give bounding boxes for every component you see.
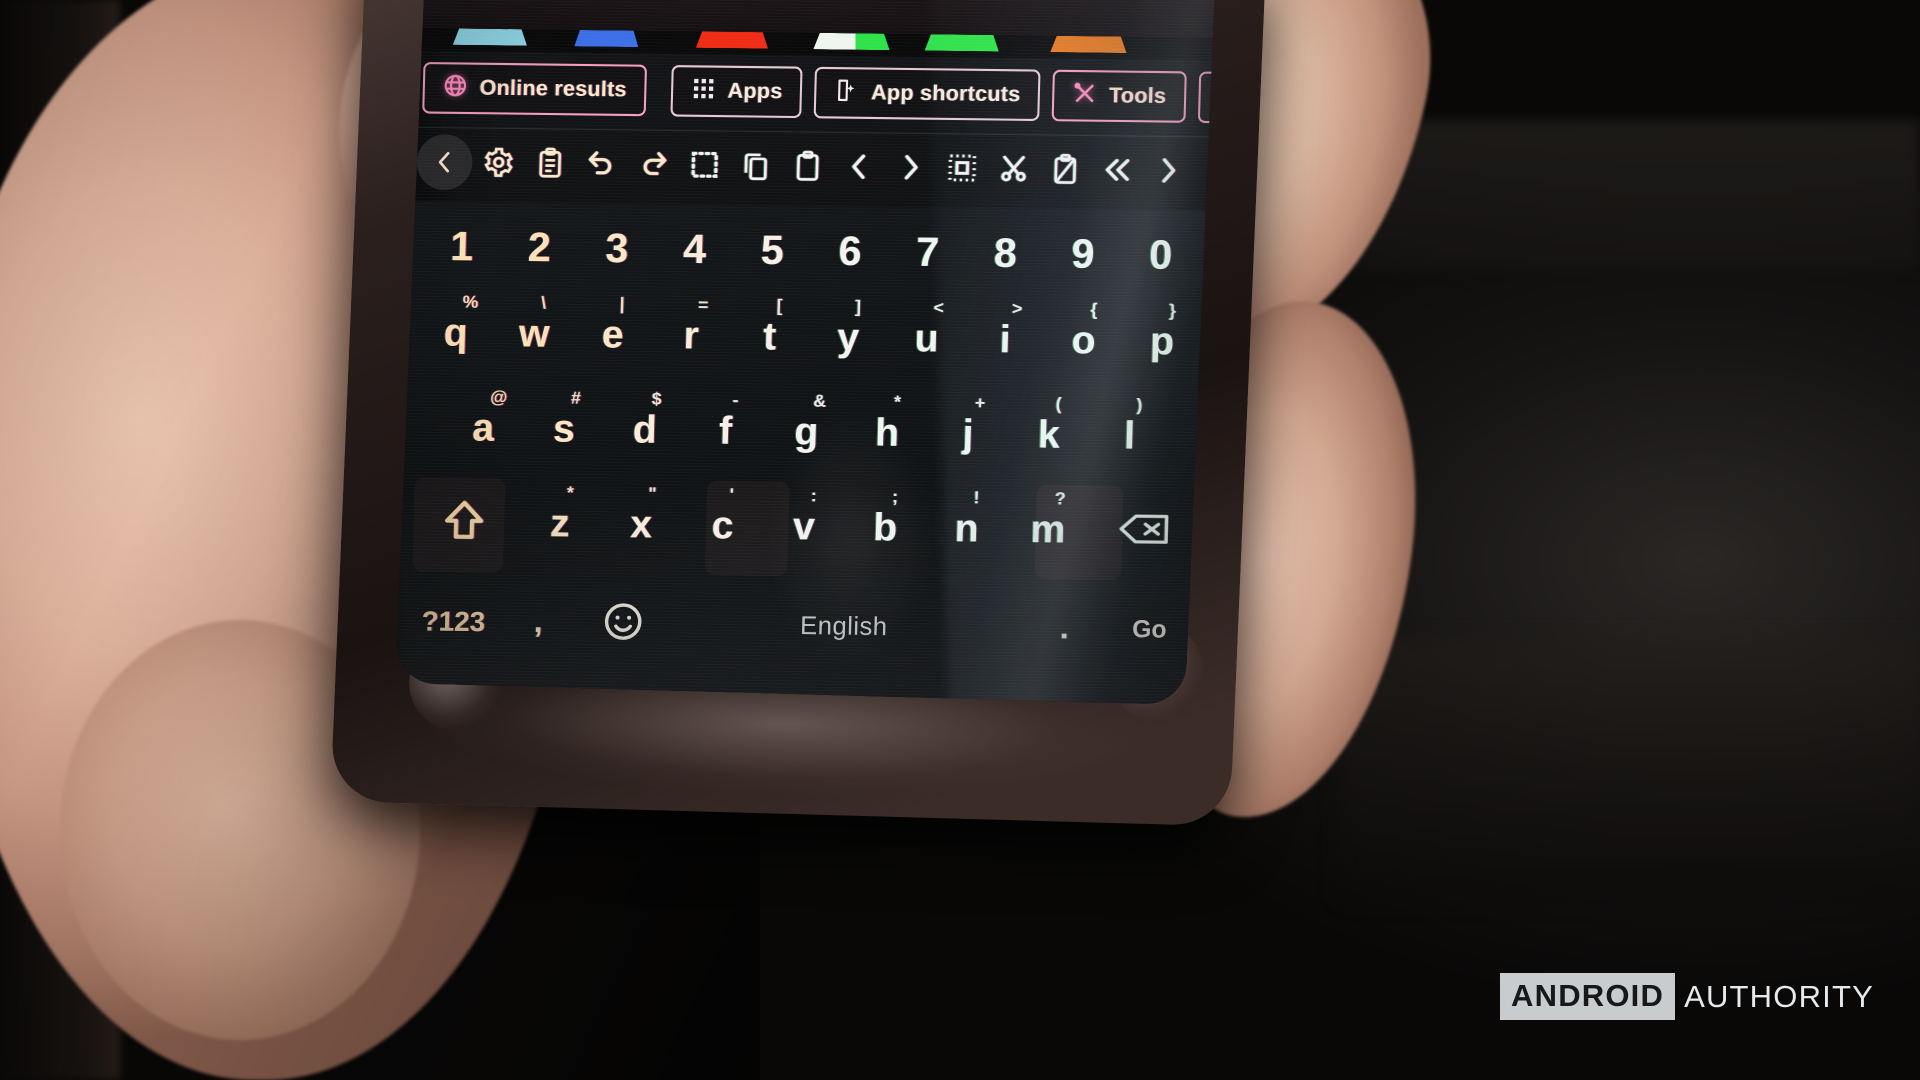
watermark: ANDROID AUTHORITY: [1500, 973, 1874, 1020]
key-7[interactable]: 7: [888, 213, 968, 292]
chip-label: App shortcuts: [870, 80, 1021, 107]
tab-red[interactable]: [696, 31, 769, 48]
key-w[interactable]: \ w: [494, 286, 575, 382]
phone-screen: Search: [395, 0, 1217, 705]
globe-icon: [442, 73, 469, 104]
key-k[interactable]: (k: [1007, 387, 1090, 483]
key-6[interactable]: 6: [810, 212, 890, 291]
key-g[interactable]: & g: [765, 384, 848, 480]
watermark-primary: ANDROID: [1500, 973, 1676, 1020]
keyboard-row-qwerty: % q \ w | e = r [t ] y < u > i {o } p: [401, 285, 1217, 390]
filter-icon[interactable]: [1133, 0, 1165, 4]
key-1[interactable]: 1: [422, 207, 502, 286]
key-3[interactable]: 3: [577, 209, 657, 288]
key-y[interactable]: ] y: [808, 290, 889, 386]
background-shelf-bottom: [1340, 640, 1920, 900]
emoji-smile-icon: [601, 599, 646, 648]
toolbar-back-button[interactable]: [416, 133, 474, 190]
grid-apps-icon: [690, 76, 717, 107]
select-all-icon[interactable]: [678, 139, 731, 191]
chip-label: Online results: [479, 76, 627, 102]
screen-content: Search: [395, 0, 1217, 705]
key-q[interactable]: % q: [415, 285, 496, 381]
cursor-left-icon[interactable]: [832, 141, 885, 193]
key-m[interactable]: ? m: [1006, 482, 1090, 578]
redo-icon[interactable]: [626, 138, 679, 190]
key-z[interactable]: * z: [518, 476, 602, 572]
shift-key[interactable]: [408, 475, 520, 571]
key-n[interactable]: ! n: [925, 481, 1009, 577]
chip-label: Tools: [1108, 83, 1167, 109]
key-9[interactable]: 9: [1043, 215, 1123, 294]
key-d[interactable]: $ d: [603, 382, 686, 478]
filter-chip-row: Online results Apps App shortcuts Tools: [407, 53, 1217, 133]
key-h[interactable]: * h: [846, 385, 929, 481]
on-screen-keyboard: 1 2 3 4 5 6 7 8 9 0 % q \ w | e = r [t …: [395, 200, 1217, 705]
settings-gear-icon[interactable]: [472, 136, 525, 188]
select-region-icon[interactable]: [935, 142, 988, 194]
screenshot-root: Search: [0, 0, 1920, 1080]
comma-key[interactable]: ,: [494, 571, 582, 675]
chip-label: Apps: [727, 79, 783, 104]
tab-green[interactable]: [925, 34, 1000, 51]
key-a[interactable]: @ a: [442, 380, 525, 476]
clipboard-list-icon[interactable]: [523, 137, 576, 189]
shift-arrow-icon: [441, 497, 488, 548]
chip-app-shortcuts[interactable]: App shortcuts: [813, 66, 1041, 122]
key-p[interactable]: } p: [1122, 294, 1203, 390]
tab-green-white[interactable]: [813, 33, 890, 50]
skip-back-icon[interactable]: [1090, 144, 1143, 196]
key-4[interactable]: 4: [655, 210, 735, 289]
key-t[interactable]: [t: [729, 289, 810, 385]
tab-orange[interactable]: [1050, 36, 1127, 53]
key-0[interactable]: 0: [1121, 216, 1201, 295]
hide-visibility-icon[interactable]: [1075, 0, 1107, 3]
tools-icon: [1072, 80, 1099, 111]
keyboard-row-asdf: @ a # s $ d -f & g * h + j (k ) l: [398, 380, 1214, 485]
app-shortcut-icon: [834, 77, 861, 108]
symbols-key[interactable]: ?123: [410, 570, 498, 674]
space-key[interactable]: English: [664, 573, 1023, 680]
copy-icon[interactable]: [729, 139, 782, 191]
backspace-key[interactable]: [1087, 483, 1199, 579]
clipboard-clear-icon[interactable]: [1038, 143, 1091, 195]
key-5[interactable]: 5: [732, 211, 812, 290]
key-e[interactable]: | e: [572, 287, 653, 383]
smartphone: Search: [330, 0, 1266, 827]
watermark-secondary: AUTHORITY: [1684, 978, 1874, 1014]
key-8[interactable]: 8: [966, 214, 1046, 293]
chip-divider: [657, 66, 660, 115]
clipboard-toolbar: [405, 126, 1217, 205]
backspace-icon: [1117, 509, 1170, 554]
chevron-right-icon[interactable]: [1141, 144, 1194, 196]
key-v[interactable]: :v: [762, 479, 846, 575]
chip-apps[interactable]: Apps: [670, 65, 803, 119]
period-key[interactable]: .: [1021, 577, 1109, 681]
key-u[interactable]: < u: [886, 291, 967, 387]
keyboard-row-numbers: 1 2 3 4 5 6 7 8 9 0: [403, 207, 1216, 295]
emoji-key[interactable]: [579, 572, 667, 676]
go-key[interactable]: Go: [1106, 578, 1194, 682]
key-s[interactable]: # s: [522, 381, 605, 477]
tab-cyan[interactable]: [453, 28, 528, 45]
paste-icon[interactable]: [781, 140, 834, 192]
key-f[interactable]: -f: [684, 383, 767, 479]
cursor-right-icon[interactable]: [884, 141, 937, 193]
key-c[interactable]: ' c: [681, 478, 765, 574]
key-x[interactable]: " x: [599, 477, 683, 573]
cut-scissors-icon[interactable]: [987, 143, 1040, 195]
keyboard-row-zxcv: * z " x ' c :v ; b ! n ? m: [396, 475, 1212, 580]
undo-icon[interactable]: [575, 138, 628, 190]
chip-online-results[interactable]: Online results: [422, 62, 647, 117]
key-r[interactable]: = r: [651, 288, 732, 384]
key-j[interactable]: + j: [926, 386, 1009, 482]
key-b[interactable]: ; b: [843, 480, 927, 576]
key-i[interactable]: > i: [965, 292, 1046, 388]
chip-tools[interactable]: Tools: [1051, 69, 1187, 123]
key-o[interactable]: {o: [1043, 293, 1124, 389]
tab-blue[interactable]: [574, 30, 638, 47]
key-2[interactable]: 2: [499, 208, 579, 287]
key-l[interactable]: ) l: [1088, 388, 1171, 484]
keyboard-row-bottom: ?123 , English . Go: [395, 569, 1209, 682]
